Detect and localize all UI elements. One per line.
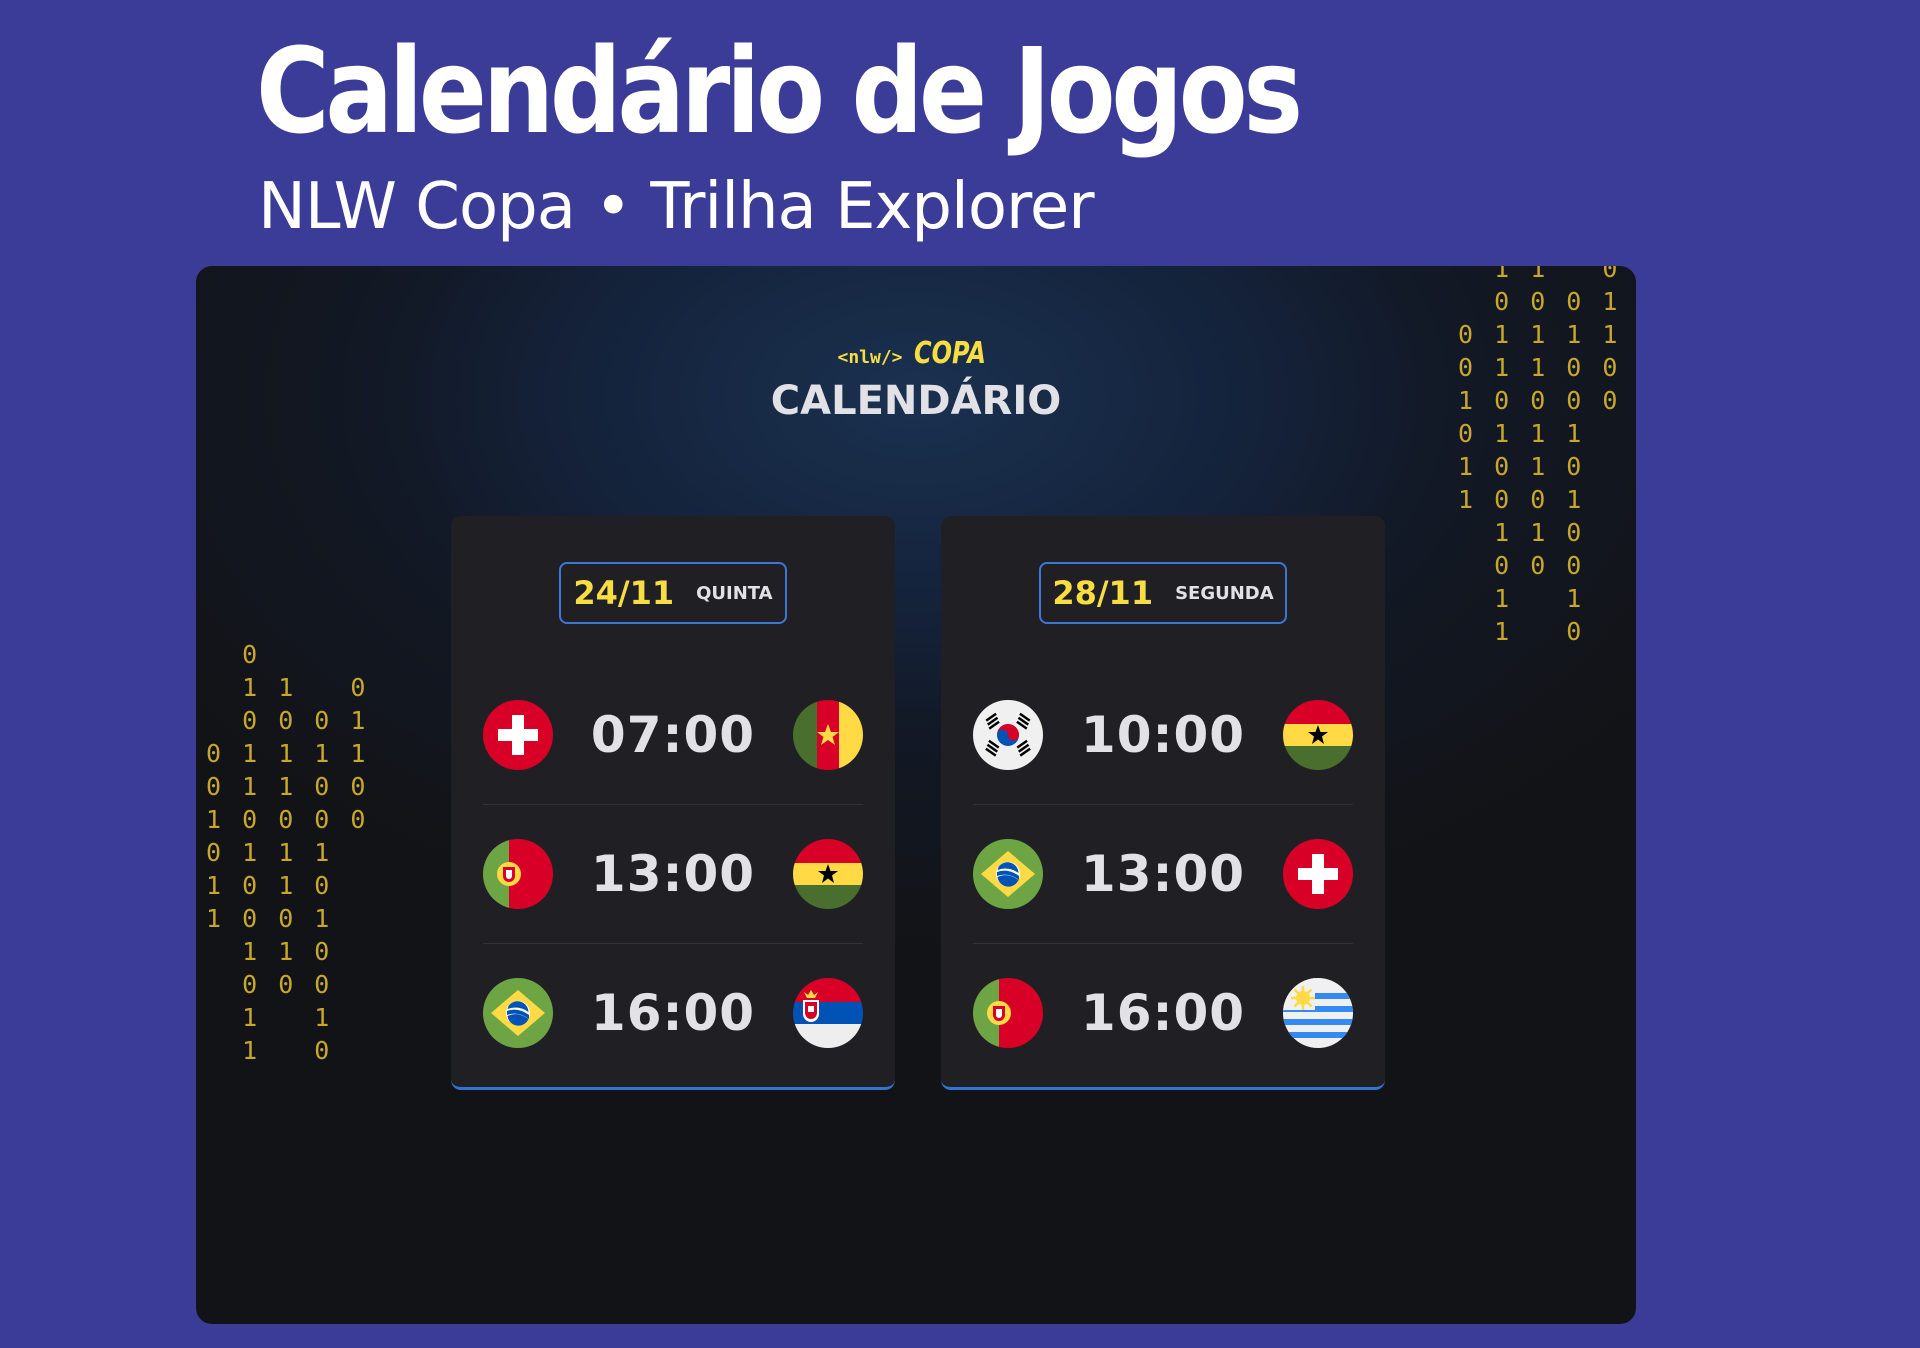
match-day-card: 28/11 SEGUNDA 10:00 13:00 16:00	[941, 516, 1385, 1090]
date-badge: 28/11 SEGUNDA	[1039, 562, 1287, 624]
match-row: 13:00	[483, 805, 863, 943]
match-weekday: QUINTA	[696, 582, 773, 604]
logo-nlw-text: <nlw/>	[837, 347, 903, 368]
serbia-flag-icon	[793, 978, 863, 1048]
match-row: 07:00	[483, 666, 863, 804]
ghana-flag-icon	[1283, 700, 1353, 770]
match-row: 16:00	[483, 944, 863, 1082]
match-time: 13:00	[1080, 845, 1246, 903]
match-day-card: 24/11 QUINTA 07:00 13:00 16:00	[451, 516, 895, 1090]
binary-rain-left: 0 1 1 0 0 0 0 1 0 1 1 1 1 0 1 1 0 0 1 0 …	[206, 640, 369, 1065]
brazil-flag-icon	[483, 978, 553, 1048]
match-date: 28/11	[1052, 574, 1154, 612]
cameroon-flag-icon	[793, 700, 863, 770]
match-row: 10:00	[973, 666, 1353, 804]
portugal-flag-icon	[973, 978, 1043, 1048]
match-time: 13:00	[590, 845, 756, 903]
section-title: CALENDÁRIO	[770, 378, 1062, 424]
match-row: 16:00	[973, 944, 1353, 1082]
calendar-screenshot: 0 1 1 0 0 0 0 1 0 1 1 1 1 0 1 1 0 0 1 0 …	[196, 266, 1636, 1324]
portugal-flag-icon	[483, 839, 553, 909]
switzerland-flag-icon	[483, 700, 553, 770]
binary-rain-right: 1 1 0 0 0 0 1 0 1 1 1 1 0 1 1 0 0 1 0 0 …	[1458, 266, 1621, 646]
match-row: 13:00	[973, 805, 1353, 943]
page-title: Calendário de Jogos	[256, 22, 1303, 160]
match-time: 07:00	[590, 706, 756, 764]
match-time: 10:00	[1080, 706, 1246, 764]
ghana-flag-icon	[793, 839, 863, 909]
page-subtitle: NLW Copa • Trilha Explorer	[258, 170, 1095, 244]
match-weekday: SEGUNDA	[1175, 582, 1274, 604]
nlw-copa-logo: <nlw/> COPA	[196, 336, 1636, 371]
switzerland-flag-icon	[1283, 839, 1353, 909]
date-badge: 24/11 QUINTA	[559, 562, 787, 624]
logo-copa-text: COPA	[913, 336, 986, 371]
match-time: 16:00	[590, 984, 756, 1042]
south-korea-flag-icon	[973, 700, 1043, 770]
match-time: 16:00	[1080, 984, 1246, 1042]
uruguay-flag-icon	[1283, 978, 1353, 1048]
brazil-flag-icon	[973, 839, 1043, 909]
match-date: 24/11	[573, 574, 675, 612]
